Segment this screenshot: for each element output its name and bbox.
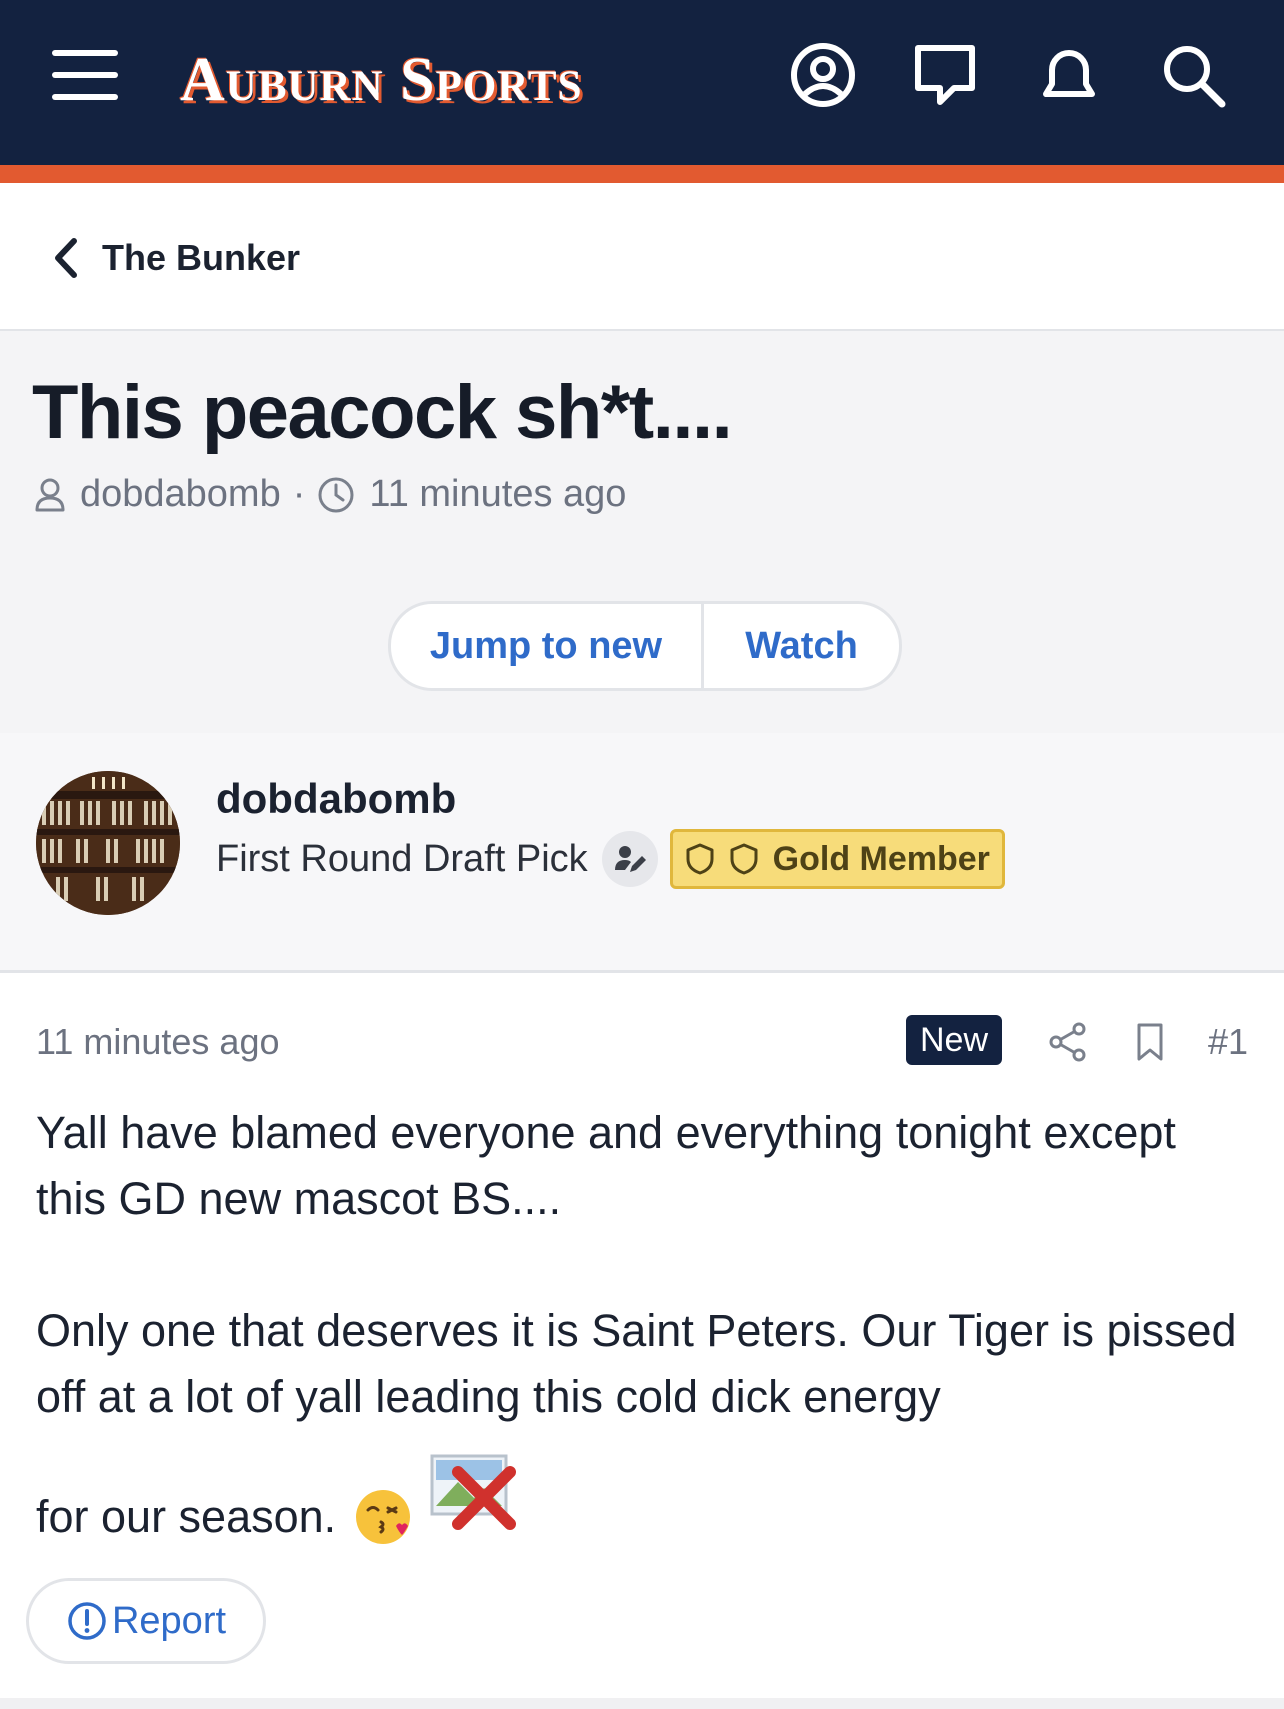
page-bottom-strip xyxy=(0,1698,1284,1709)
author-title: First Round Draft Pick xyxy=(216,837,588,880)
account-icon[interactable] xyxy=(788,40,858,110)
shield-icon xyxy=(686,843,714,875)
jump-to-new-button[interactable]: Jump to new xyxy=(391,604,704,688)
bookmark-icon[interactable] xyxy=(1128,1019,1172,1065)
kiss-emoji-icon xyxy=(356,1490,411,1544)
report-button[interactable]: Report xyxy=(26,1578,266,1664)
user-icon xyxy=(35,478,65,511)
shield-icon xyxy=(730,843,758,875)
status-badge: Gold Member xyxy=(669,829,1005,889)
post-last-line: for our season. xyxy=(36,1450,1256,1550)
top-navbar: Auburn Sports xyxy=(0,0,1284,165)
alert-circle-icon xyxy=(68,1602,106,1640)
thread-header: This peacock sh*t.... dobdabomb · 11 min… xyxy=(0,331,1284,733)
chat-icon[interactable] xyxy=(910,40,980,110)
breadcrumb: The Bunker xyxy=(0,183,1284,331)
post-content: Yall have blamed everyone and everything… xyxy=(36,1100,1256,1550)
bell-icon[interactable] xyxy=(1034,40,1104,110)
report-label: Report xyxy=(111,1599,227,1642)
clock-icon xyxy=(318,477,354,512)
post-paragraph: for our season. xyxy=(36,1491,337,1542)
new-badge: New xyxy=(906,1015,1002,1065)
author-name[interactable]: dobdabomb xyxy=(216,775,456,823)
post-paragraph: Yall have blamed everyone and everything… xyxy=(36,1107,1176,1224)
breadcrumb-back-link[interactable]: The Bunker xyxy=(52,233,300,283)
thread-button-group: Jump to new Watch xyxy=(388,601,902,691)
menu-icon[interactable] xyxy=(52,50,118,100)
thread-author-link[interactable]: dobdabomb xyxy=(80,473,281,516)
post-paragraph: Only one that deserves it is Saint Peter… xyxy=(36,1305,1237,1422)
thread-meta: dobdabomb · 11 minutes ago xyxy=(34,473,626,516)
page-title: This peacock sh*t.... xyxy=(32,370,733,455)
post-time[interactable]: 11 minutes ago xyxy=(36,1021,280,1063)
badge-label: Gold Member xyxy=(772,839,990,878)
post-meta-row: 11 minutes ago New #1 xyxy=(36,1015,1248,1071)
thread-time[interactable]: 11 minutes ago xyxy=(369,473,626,516)
search-icon[interactable] xyxy=(1158,40,1228,110)
breadcrumb-label: The Bunker xyxy=(102,237,301,278)
author-title-row: First Round Draft Pick Gold Member xyxy=(216,829,1005,889)
avatar[interactable] xyxy=(36,771,180,915)
accent-strip xyxy=(0,165,1284,183)
site-logo[interactable]: Auburn Sports xyxy=(180,40,583,120)
chevron-left-icon xyxy=(55,238,77,278)
watch-button[interactable]: Watch xyxy=(704,604,899,688)
post-number-link[interactable]: #1 xyxy=(1208,1021,1248,1063)
share-icon[interactable] xyxy=(1046,1019,1090,1065)
user-edit-icon xyxy=(601,831,658,887)
post-author-block: dobdabomb First Round Draft Pick Gold Me… xyxy=(0,733,1284,973)
broken-image-icon xyxy=(430,1454,517,1530)
meta-separator: · xyxy=(292,473,306,515)
